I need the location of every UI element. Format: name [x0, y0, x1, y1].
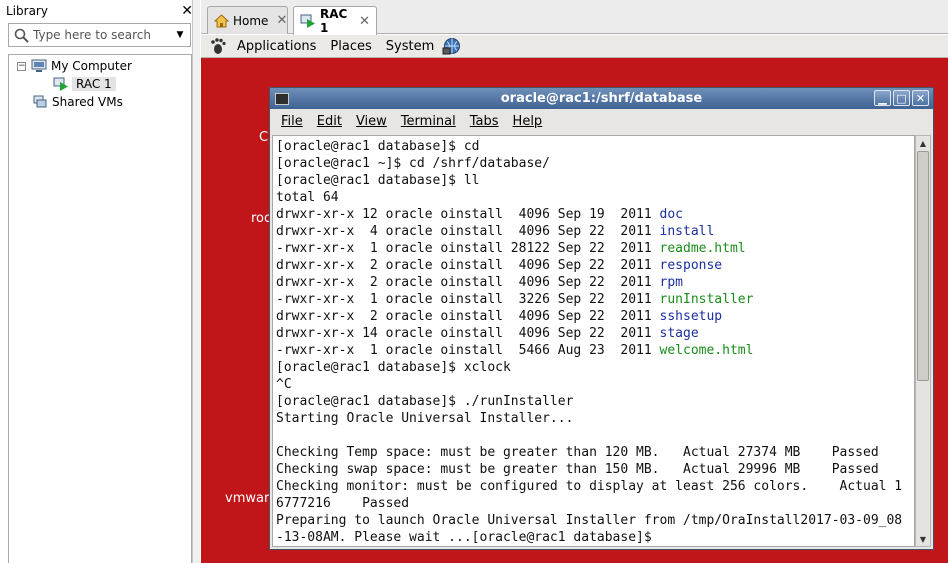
- terminal-line: [oracle@rac1 database]$ ll: [276, 173, 480, 188]
- terminal-text: [oracle@rac1 database]$ cd [oracle@rac1 …: [276, 138, 902, 546]
- terminal-line: drwxr-xr-x 4 oracle oinstall 4096 Sep 22…: [276, 224, 660, 239]
- desktop-icon-label: C: [259, 130, 269, 145]
- gnome-top-panel: Applications Places System: [201, 35, 948, 58]
- menu-help[interactable]: Help: [509, 112, 547, 131]
- menu-edit[interactable]: Edit: [313, 112, 346, 131]
- menu-view[interactable]: View: [352, 112, 391, 131]
- file-name-dir: response: [659, 258, 723, 273]
- library-header: Library ✕: [0, 0, 199, 22]
- chevron-down-icon[interactable]: ▼: [171, 30, 189, 40]
- vmware-workstation-window: Library ✕ ▼ − My Computer RAC 1: [0, 0, 948, 563]
- tree-label-my-computer: My Computer: [51, 59, 132, 73]
- terminal-line: Checking Temp space: must be greater tha…: [276, 445, 879, 460]
- scroll-up-icon[interactable]: ▲: [916, 136, 930, 150]
- menu-file[interactable]: File: [277, 112, 307, 131]
- collapse-toggle[interactable]: −: [17, 61, 26, 71]
- terminal-line: drwxr-xr-x 14 oracle oinstall 4096 Sep 2…: [276, 326, 660, 341]
- tree-item-rac1[interactable]: RAC 1: [53, 75, 116, 93]
- terminal-line: [oracle@rac1 database]$ xclock: [276, 360, 511, 375]
- terminal-line: -13-08AM. Please wait ...[oracle@rac1 da…: [276, 530, 660, 545]
- places-menu[interactable]: Places: [330, 39, 371, 54]
- vm-running-icon: [300, 14, 316, 28]
- tab-home-close-icon[interactable]: ✕: [276, 13, 287, 28]
- file-name-dir: install: [659, 224, 715, 239]
- terminal-line: Checking monitor: must be configured to …: [276, 479, 903, 494]
- terminal-line: drwxr-xr-x 2 oracle oinstall 4096 Sep 22…: [276, 258, 660, 273]
- terminal-titlebar[interactable]: oracle@rac1:/shrf/database ▁ □ ✕: [270, 88, 933, 109]
- file-name-exec: runInstaller: [659, 292, 754, 307]
- file-name-dir: rpm: [659, 275, 683, 290]
- applications-menu[interactable]: Applications: [237, 39, 316, 54]
- file-name-dir: sshsetup: [659, 309, 723, 324]
- tree-label-rac1: RAC 1: [72, 77, 116, 91]
- library-search-box[interactable]: ▼: [8, 23, 191, 47]
- terminal-line: Checking swap space: must be greater tha…: [276, 462, 879, 477]
- guest-desktop[interactable]: Applications Places System C roo vmwar o…: [201, 35, 948, 563]
- vm-running-icon: [53, 77, 69, 91]
- terminal-line: ^C: [276, 377, 292, 392]
- gnome-foot-icon[interactable]: [207, 35, 229, 57]
- library-search-input[interactable]: [33, 28, 171, 42]
- terminal-line: drwxr-xr-x 12 oracle oinstall 4096 Sep 1…: [276, 207, 660, 222]
- close-button[interactable]: ✕: [912, 90, 929, 106]
- terminal-line: -rwxr-xr-x 1 oracle oinstall 28122 Sep 2…: [276, 241, 660, 256]
- terminal-line: 6777216 Passed: [276, 496, 410, 511]
- system-menu[interactable]: System: [386, 39, 434, 54]
- tree-item-my-computer[interactable]: − My Computer: [17, 57, 132, 75]
- tab-home[interactable]: Home ✕: [207, 6, 288, 34]
- library-title: Library: [6, 4, 48, 18]
- terminal-line: [oracle@rac1 database]$ ./runInstaller: [276, 394, 574, 409]
- network-globe-icon[interactable]: [442, 37, 462, 55]
- library-tree: − My Computer RAC 1 Shared VMs: [8, 54, 192, 563]
- tree-label-shared-vms: Shared VMs: [52, 95, 123, 109]
- file-name-dir: stage: [659, 326, 699, 341]
- terminal-line: total 64: [276, 190, 339, 205]
- maximize-button[interactable]: □: [893, 90, 910, 106]
- minimize-button[interactable]: ▁: [874, 90, 891, 106]
- terminal-line: drwxr-xr-x 2 oracle oinstall 4096 Sep 22…: [276, 275, 660, 290]
- file-name-exec: welcome.html: [659, 343, 754, 358]
- terminal-line: [oracle@rac1 database]$ cd: [276, 139, 480, 154]
- terminal-menubar: File Edit View Terminal Tabs Help: [270, 109, 933, 133]
- computer-icon: [31, 59, 47, 73]
- tab-rac1[interactable]: RAC 1 ✕: [293, 6, 377, 35]
- menu-tabs[interactable]: Tabs: [466, 112, 503, 131]
- shared-vms-icon: [33, 95, 47, 109]
- terminal-line: Starting Oracle Universal Installer...: [276, 411, 574, 426]
- home-icon: [214, 13, 229, 28]
- tab-home-label: Home: [233, 13, 269, 28]
- panel-splitter[interactable]: [192, 0, 200, 563]
- menu-terminal[interactable]: Terminal: [397, 112, 460, 131]
- scroll-down-icon[interactable]: ▼: [916, 532, 930, 546]
- terminal-line: [oracle@rac1 ~]$ cd /shrf/database/: [276, 156, 550, 171]
- file-name-dir: doc: [659, 207, 683, 222]
- file-name-exec: readme.html: [659, 241, 746, 256]
- terminal-scrollbar[interactable]: ▲ ▼: [915, 135, 931, 547]
- terminal-title: oracle@rac1:/shrf/database: [500, 91, 703, 106]
- terminal-window[interactable]: oracle@rac1:/shrf/database ▁ □ ✕ File Ed…: [269, 87, 934, 550]
- terminal-output[interactable]: [oracle@rac1 database]$ cd [oracle@rac1 …: [272, 135, 915, 547]
- terminal-line: drwxr-xr-x 2 oracle oinstall 4096 Sep 22…: [276, 309, 660, 324]
- terminal-line: -rwxr-xr-x 1 oracle oinstall 3226 Sep 22…: [276, 292, 660, 307]
- scrollbar-thumb[interactable]: [917, 151, 929, 381]
- library-panel: Library ✕ ▼ − My Computer RAC 1: [0, 0, 200, 563]
- terminal-line: Preparing to launch Oracle Universal Ins…: [276, 513, 903, 528]
- tab-rac1-label: RAC 1: [320, 7, 348, 35]
- tab-rac1-close-icon[interactable]: ✕: [359, 14, 370, 29]
- terminal-line: -rwxr-xr-x 1 oracle oinstall 5466 Aug 23…: [276, 343, 660, 358]
- search-icon: [9, 24, 33, 46]
- tree-item-shared-vms[interactable]: Shared VMs: [33, 93, 123, 111]
- desktop-icon-label: vmwar: [225, 491, 270, 506]
- tab-strip: Home ✕ RAC 1 ✕: [201, 0, 948, 35]
